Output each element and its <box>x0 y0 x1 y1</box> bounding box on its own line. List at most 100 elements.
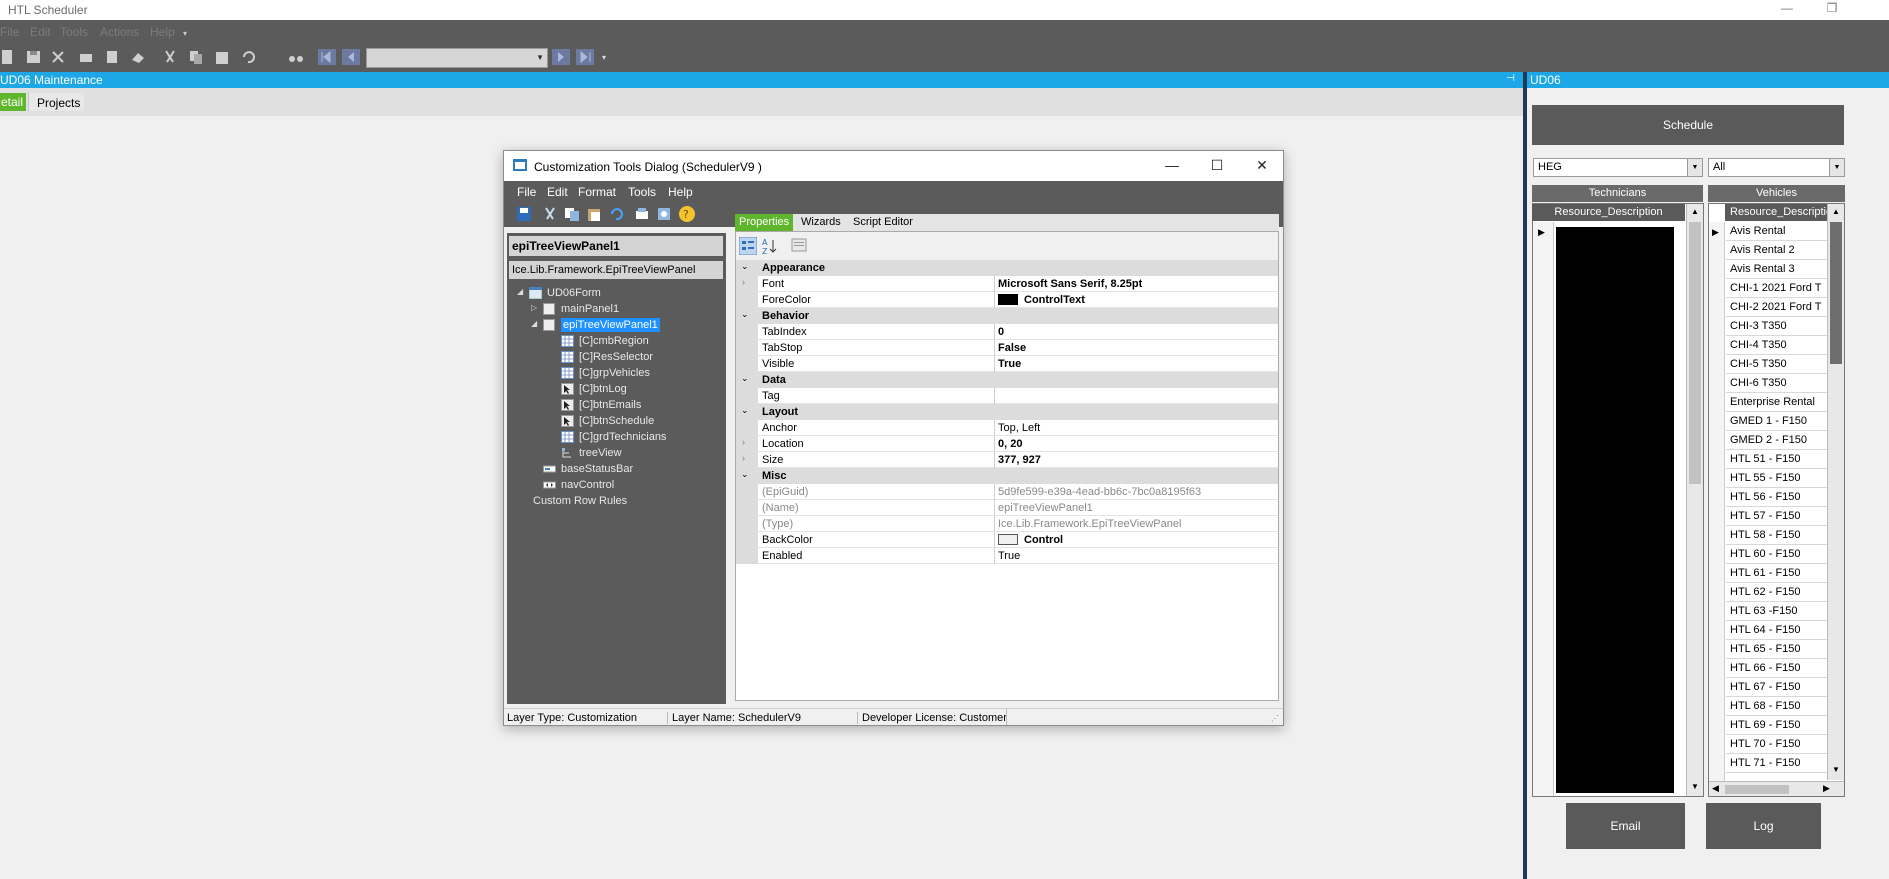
print-icon[interactable] <box>78 49 94 65</box>
prop-anchor[interactable]: Anchor Top, Left <box>736 420 1278 436</box>
menu-help[interactable]: Help <box>150 25 175 39</box>
tree-node[interactable]: Custom Row Rules <box>507 494 722 509</box>
vehicle-row[interactable]: HTL 62 - F150 <box>1726 583 1827 602</box>
collapse-icon[interactable]: ⌄ <box>741 309 749 320</box>
vehicle-row[interactable]: CHI-5 T350 <box>1726 355 1827 374</box>
vehicle-row[interactable]: HTL 70 - F150 <box>1726 735 1827 754</box>
print-icon[interactable] <box>634 206 650 222</box>
prop-value[interactable]: 0 <box>998 326 1004 338</box>
maximize-icon[interactable]: ☐ <box>1205 157 1229 174</box>
prop-tabindex[interactable]: TabIndex 0 <box>736 324 1278 340</box>
prop-value[interactable]: Ice.Lib.Framework.EpiTreeViewPanel <box>998 518 1181 530</box>
scroll-up-icon[interactable]: ▲ <box>1691 207 1699 216</box>
vehicle-row[interactable]: HTL 60 - F150 <box>1726 545 1827 564</box>
cut-icon[interactable] <box>162 49 178 65</box>
close-icon[interactable]: ✕ <box>1250 157 1274 174</box>
property-grid[interactable]: AZ ⌄ Appearance › Font Microsoft Sans Serif… <box>735 231 1279 701</box>
save-icon[interactable] <box>26 49 42 65</box>
tree-node[interactable]: treeView <box>507 446 722 461</box>
prop-value[interactable]: epiTreeViewPanel1 <box>998 502 1093 514</box>
delete-icon[interactable] <box>50 49 66 65</box>
vehicle-row[interactable]: HTL 63 -F150 <box>1726 602 1827 621</box>
tab-script-editor[interactable]: Script Editor <box>849 214 917 231</box>
expand-icon[interactable]: › <box>742 277 745 287</box>
tree-node[interactable]: ◢ UD06Form <box>507 286 722 301</box>
dialog-menu-format[interactable]: Format <box>578 185 616 199</box>
tab-wizards[interactable]: Wizards <box>797 214 845 231</box>
next-record-icon[interactable] <box>552 49 570 65</box>
menu-more-icon[interactable]: ▾ <box>183 29 187 38</box>
tab-projects[interactable]: Projects <box>28 93 84 111</box>
tab-properties[interactable]: Properties <box>735 214 794 231</box>
chevron-down-icon[interactable]: ▼ <box>536 53 544 62</box>
scrollbar-thumb[interactable] <box>1725 785 1789 794</box>
vehicle-row[interactable]: HTL 69 - F150 <box>1726 716 1827 735</box>
collapse-icon[interactable]: ◢ <box>517 287 523 296</box>
log-button[interactable]: Log <box>1706 803 1821 849</box>
restore-button[interactable]: ❐ <box>1815 0 1849 20</box>
prop-visible[interactable]: Visible True <box>736 356 1278 372</box>
region-combo[interactable]: HEG ▼ <box>1533 158 1703 177</box>
cut-icon[interactable] <box>542 206 558 222</box>
dialog-menu-help[interactable]: Help <box>668 185 693 199</box>
vehicle-row[interactable]: Avis Rental 2 <box>1726 241 1827 260</box>
tree-node[interactable]: ▷ mainPanel1 <box>507 302 722 317</box>
minimize-button[interactable]: — <box>1770 0 1804 20</box>
tree-node[interactable]: ◢ epiTreeViewPanel1 <box>507 318 722 333</box>
vehicle-row[interactable]: HTL 61 - F150 <box>1726 564 1827 583</box>
dialog-menu-tools[interactable]: Tools <box>628 185 656 199</box>
eraser-icon[interactable] <box>130 49 146 65</box>
vehicle-row[interactable]: HTL 66 - F150 <box>1726 659 1827 678</box>
tree-node[interactable]: [C]ResSelector <box>507 350 722 365</box>
prop-forecolor[interactable]: ForeColor ControlText <box>736 292 1278 308</box>
expand-icon[interactable]: › <box>742 453 745 463</box>
preview-icon[interactable] <box>104 49 120 65</box>
vehicle-row[interactable]: HTL 51 - F150 <box>1726 450 1827 469</box>
prop-size[interactable]: › Size 377, 927 <box>736 452 1278 468</box>
tree-node[interactable]: [C]btnLog <box>507 382 722 397</box>
email-button[interactable]: Email <box>1566 803 1685 849</box>
property-pages-icon[interactable] <box>791 237 807 253</box>
category-misc[interactable]: ⌄ Misc <box>736 468 1278 484</box>
record-navigator-combo[interactable]: ▼ <box>366 48 548 68</box>
schedule-button[interactable]: Schedule <box>1532 105 1844 145</box>
chevron-down-icon[interactable]: ▼ <box>1829 159 1844 176</box>
scrollbar-thumb[interactable] <box>1689 222 1701 484</box>
vehicle-row[interactable]: CHI-4 T350 <box>1726 336 1827 355</box>
resource-combo[interactable]: All ▼ <box>1708 158 1845 177</box>
copy-icon[interactable] <box>188 49 204 65</box>
scrollbar-thumb[interactable] <box>1830 222 1842 364</box>
tree-node[interactable]: [C]grpVehicles <box>507 366 722 381</box>
vehicle-row[interactable]: HTL 55 - F150 <box>1726 469 1827 488</box>
menu-edit[interactable]: Edit <box>30 25 51 39</box>
binoculars-icon[interactable] <box>288 49 304 65</box>
tech-row-selectors[interactable] <box>1533 222 1554 796</box>
category-appearance[interactable]: ⌄ Appearance <box>736 260 1278 276</box>
tree-node[interactable]: [C]btnEmails <box>507 398 722 413</box>
alphabetical-icon[interactable]: AZ <box>761 237 779 255</box>
help-icon[interactable]: ? <box>678 205 696 223</box>
vehicle-row[interactable]: CHI-2 2021 Ford T <box>1726 298 1827 317</box>
category-behavior[interactable]: ⌄ Behavior <box>736 308 1278 324</box>
prop-type[interactable]: (Type) Ice.Lib.Framework.EpiTreeViewPanel <box>736 516 1278 532</box>
paste-icon[interactable] <box>214 49 230 65</box>
prop-value[interactable]: 377, 927 <box>998 454 1041 466</box>
prop-value[interactable]: True <box>998 358 1021 370</box>
resize-grip-icon[interactable]: ⋰ <box>1271 714 1279 723</box>
prop-value[interactable]: False <box>998 342 1026 354</box>
prev-record-icon[interactable] <box>342 49 360 65</box>
collapse-icon[interactable]: ⌄ <box>741 261 749 272</box>
veh-scrollbar[interactable]: ▲ ▼ <box>1827 204 1844 780</box>
tree-node[interactable]: [C]grdTechnicians <box>507 430 722 445</box>
prop-enabled[interactable]: Enabled True <box>736 548 1278 564</box>
toolbar-more-icon[interactable]: ▾ <box>602 53 618 69</box>
undo-icon[interactable] <box>240 49 256 65</box>
veh-row-selectors[interactable] <box>1709 222 1725 782</box>
scroll-left-icon[interactable]: ◀ <box>1712 783 1719 794</box>
vehicle-row[interactable]: Enterprise Rental <box>1726 393 1827 412</box>
tree-node[interactable]: [C]cmbRegion <box>507 334 722 349</box>
vehicle-row[interactable]: HTL 64 - F150 <box>1726 621 1827 640</box>
minimize-icon[interactable]: — <box>1160 157 1184 173</box>
vehicle-row[interactable]: Avis Rental <box>1726 222 1827 241</box>
chevron-down-icon[interactable]: ▼ <box>1687 159 1702 176</box>
